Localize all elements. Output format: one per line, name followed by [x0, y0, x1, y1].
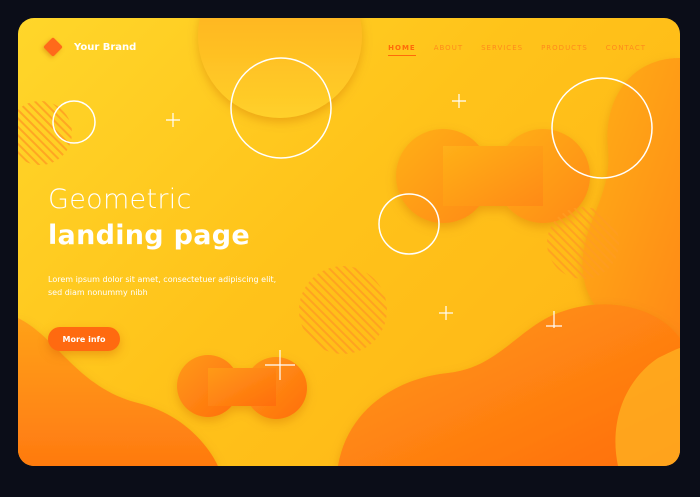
brand[interactable]: Your Brand — [43, 37, 137, 57]
nav-item-products[interactable]: PRODUCTS — [541, 44, 588, 56]
hero-title-light: Geometric — [48, 184, 192, 215]
hero-title-bold: landing page — [48, 220, 251, 251]
brand-name: Your Brand — [74, 41, 137, 53]
plus-icon — [439, 306, 453, 320]
nav-item-about[interactable]: ABOUT — [434, 44, 463, 56]
hero-description: Lorem ipsum dolor sit amet, consectetuer… — [48, 275, 277, 297]
top-blob-shape — [198, 18, 362, 118]
diamond-logo-icon — [43, 37, 63, 57]
main-nav: HOME ABOUT SERVICES PRODUCTS CONTACT — [388, 44, 646, 56]
nav-item-home[interactable]: HOME — [388, 44, 416, 56]
striped-patch-right — [547, 207, 619, 279]
striped-patch-left — [18, 101, 72, 165]
nav-item-contact[interactable]: CONTACT — [606, 44, 646, 56]
nav-item-services[interactable]: SERVICES — [481, 44, 523, 56]
plus-icon — [166, 113, 180, 127]
right-blob-shape — [582, 58, 680, 338]
landing-page-frame: Your Brand HOME ABOUT SERVICES PRODUCTS … — [18, 18, 680, 466]
plus-icon — [452, 94, 466, 108]
capsule-upper-shape — [396, 129, 590, 223]
striped-patch-center — [299, 266, 387, 354]
more-info-button[interactable]: More info — [48, 327, 120, 351]
